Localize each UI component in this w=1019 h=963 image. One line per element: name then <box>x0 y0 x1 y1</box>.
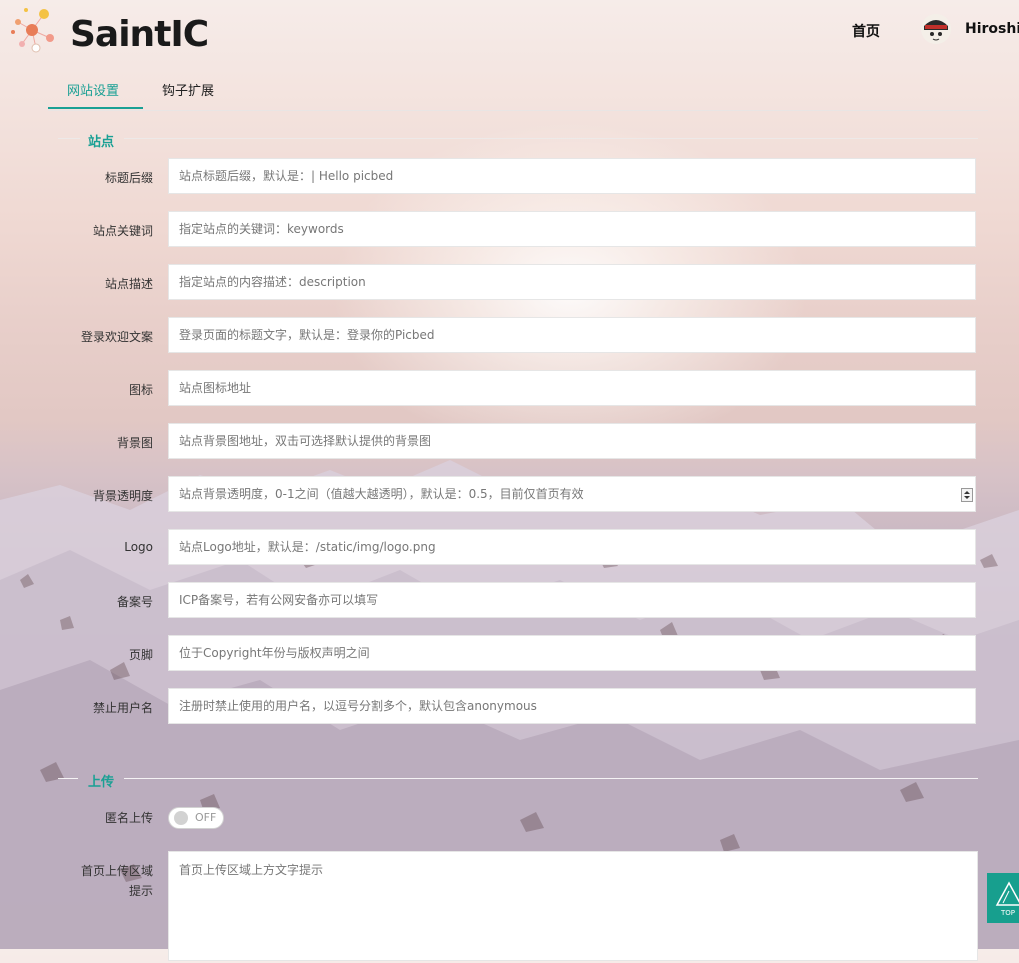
login-welcome-input[interactable] <box>169 318 975 352</box>
background-image-field[interactable] <box>168 423 976 459</box>
upload-divider-left <box>58 778 78 779</box>
background-opacity-field[interactable] <box>168 476 976 512</box>
label-background-opacity: 背景透明度 <box>92 489 153 503</box>
section-divider-left <box>58 138 80 139</box>
icp-input[interactable] <box>169 583 975 617</box>
title-suffix-input[interactable] <box>169 159 975 193</box>
title-suffix-field[interactable] <box>168 158 976 194</box>
logo-url-input[interactable] <box>169 530 975 564</box>
label-title-suffix: 标题后缀 <box>104 171 153 185</box>
nav-home-link[interactable]: 首页 <box>852 21 880 41</box>
background-opacity-input[interactable] <box>169 477 975 511</box>
label-upload-tip: 首页上传区域 提示 <box>58 861 153 901</box>
section-title-upload: 上传 <box>88 775 115 790</box>
login-welcome-field[interactable] <box>168 317 976 353</box>
background-image-input[interactable] <box>169 424 975 458</box>
label-upload-tip-line2: 提示 <box>128 884 153 898</box>
forbidden-usernames-field[interactable] <box>168 688 976 724</box>
upload-divider-right <box>124 778 978 779</box>
username[interactable]: Hiroshi <box>965 21 1019 37</box>
label-site-description: 站点描述 <box>104 277 153 291</box>
site-keywords-input[interactable] <box>169 212 975 246</box>
brand-logo[interactable]: SaintIC <box>10 6 209 55</box>
section-divider-right <box>124 138 978 139</box>
label-logo: Logo <box>124 540 153 554</box>
footer-field[interactable] <box>168 635 976 671</box>
toggle-knob <box>174 811 188 825</box>
settings-tabs: 网站设置 钩子扩展 <box>48 70 988 111</box>
avatar-icon <box>921 14 951 44</box>
icp-field[interactable] <box>168 582 976 618</box>
back-to-top-icon: TOP <box>995 881 1019 917</box>
label-site-keywords: 站点关键词 <box>92 224 153 238</box>
molecule-logo-icon <box>11 8 54 53</box>
label-upload-tip-line1: 首页上传区域 <box>80 864 153 878</box>
logo-url-field[interactable] <box>168 529 976 565</box>
section-title-site: 站点 <box>88 135 115 150</box>
tab-site-settings[interactable]: 网站设置 <box>67 80 119 99</box>
label-icp: 备案号 <box>116 595 153 609</box>
avatar[interactable] <box>921 14 951 44</box>
footer-input[interactable] <box>169 636 975 670</box>
tab-hook-extensions[interactable]: 钩子扩展 <box>162 80 214 99</box>
brand-name: SaintIC <box>70 14 209 55</box>
upload-tip-textarea[interactable] <box>169 852 977 960</box>
label-footer: 页脚 <box>128 648 153 662</box>
toggle-state: OFF <box>195 811 217 824</box>
number-spinner[interactable] <box>961 488 973 502</box>
forbidden-usernames-input[interactable] <box>169 689 975 723</box>
label-favicon: 图标 <box>128 383 153 397</box>
anonymous-upload-toggle[interactable]: OFF <box>168 807 224 829</box>
label-anonymous-upload: 匿名上传 <box>104 811 153 825</box>
site-keywords-field[interactable] <box>168 211 976 247</box>
label-background-image: 背景图 <box>116 436 153 450</box>
site-description-input[interactable] <box>169 265 975 299</box>
favicon-input[interactable] <box>169 371 975 405</box>
favicon-field[interactable] <box>168 370 976 406</box>
top-header: SaintIC 首页 Hiroshi <box>0 0 1019 62</box>
back-to-top-button[interactable]: TOP <box>987 873 1019 923</box>
label-login-welcome: 登录欢迎文案 <box>80 330 153 344</box>
back-to-top-label: TOP <box>1000 909 1015 917</box>
upload-tip-field[interactable] <box>168 851 978 961</box>
label-forbidden-usernames: 禁止用户名 <box>92 701 153 715</box>
active-tab-indicator <box>48 107 143 109</box>
site-description-field[interactable] <box>168 264 976 300</box>
